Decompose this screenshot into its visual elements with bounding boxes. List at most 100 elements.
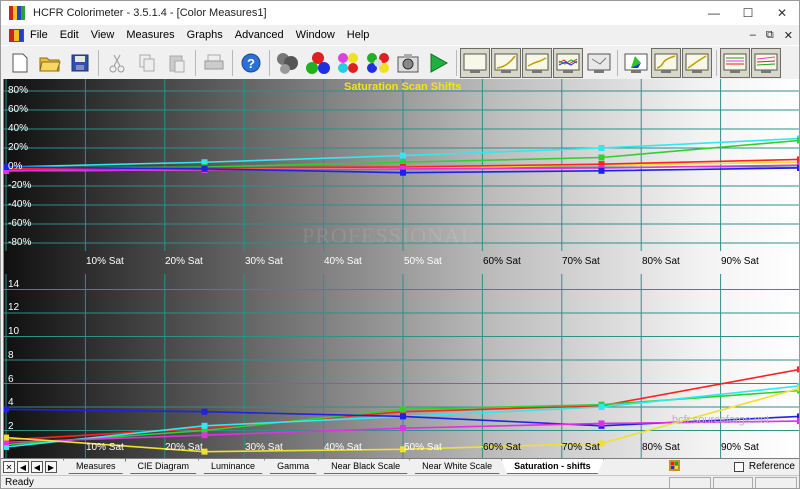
gamma-graph-icon[interactable] bbox=[491, 47, 521, 78]
data-point bbox=[797, 164, 799, 171]
tab-next-icon[interactable]: ▶ bbox=[45, 461, 57, 473]
primaries-icon[interactable] bbox=[363, 48, 393, 78]
status-panel bbox=[713, 477, 753, 488]
reference-checkbox-box[interactable] bbox=[733, 461, 744, 472]
menu-measures[interactable]: Measures bbox=[126, 29, 174, 41]
saturation-graph-icon[interactable] bbox=[720, 47, 750, 78]
near-black-graph-icon[interactable] bbox=[651, 47, 681, 78]
x-tick-label: 40% Sat bbox=[324, 442, 362, 453]
y-tick-label: 12 bbox=[8, 302, 20, 313]
watermark-text: PROFESSIONAL bbox=[302, 223, 476, 248]
app-logo-icon bbox=[9, 6, 25, 20]
rgb-graph-icon[interactable] bbox=[553, 47, 583, 78]
status-panel bbox=[669, 477, 711, 488]
tab-near-white-scale[interactable]: Near White Scale bbox=[409, 459, 505, 474]
y-tick-label: 80% bbox=[8, 85, 29, 96]
menu-graphs[interactable]: Graphs bbox=[187, 29, 223, 41]
data-point bbox=[797, 366, 799, 373]
x-tick-label: 20% Sat bbox=[165, 256, 203, 267]
data-point bbox=[598, 420, 605, 427]
minimize-icon[interactable]: — bbox=[697, 1, 731, 25]
y-tick-label: -40% bbox=[8, 199, 32, 210]
data-point bbox=[400, 169, 406, 176]
x-tick-label: 40% Sat bbox=[324, 256, 362, 267]
y-tick-label: 2 bbox=[8, 421, 14, 432]
saturation-delta-chart: 14 12 10 8 6 4 2 10% Sat 20% Sat 30% Sat… bbox=[3, 274, 799, 458]
new-icon[interactable] bbox=[5, 48, 35, 78]
maximize-icon[interactable]: ☐ bbox=[731, 1, 765, 25]
reference-checkbox[interactable]: Reference bbox=[733, 461, 795, 472]
y-tick-label: 60% bbox=[8, 104, 29, 115]
paste-icon[interactable] bbox=[162, 48, 192, 78]
y-tick-label: 14 bbox=[8, 279, 20, 290]
cut-icon[interactable] bbox=[102, 48, 132, 78]
sensor-icon[interactable] bbox=[273, 48, 303, 78]
menu-advanced[interactable]: Advanced bbox=[235, 29, 284, 41]
help-icon[interactable]: ? bbox=[236, 48, 266, 78]
luminance-graph-icon[interactable] bbox=[522, 47, 552, 78]
child-close-icon[interactable]: ✕ bbox=[784, 29, 793, 42]
menu-window[interactable]: Window bbox=[296, 29, 335, 41]
child-minimize-icon[interactable]: – bbox=[750, 29, 756, 41]
x-tick-label: 30% Sat bbox=[245, 442, 283, 453]
toolbar: ? bbox=[1, 45, 799, 79]
data-point bbox=[598, 404, 605, 410]
tab-first-icon[interactable]: ◀ bbox=[17, 461, 29, 473]
menu-edit[interactable]: Edit bbox=[60, 29, 79, 41]
saturation-shifts-graph-icon[interactable] bbox=[751, 47, 781, 78]
data-point bbox=[797, 418, 799, 425]
cie-graph-icon[interactable] bbox=[621, 48, 651, 78]
data-point bbox=[400, 425, 406, 432]
rgb-balls-icon[interactable] bbox=[303, 48, 333, 78]
child-restore-icon[interactable]: ⧉ bbox=[766, 29, 774, 42]
menu-bar: File Edit View Measures Graphs Advanced … bbox=[1, 25, 799, 45]
tab-near-black-scale[interactable]: Near Black Scale bbox=[318, 459, 413, 474]
x-tick-label: 30% Sat bbox=[245, 256, 283, 267]
x-tick-label: 80% Sat bbox=[642, 442, 680, 453]
menu-view[interactable]: View bbox=[91, 29, 115, 41]
x-tick-label: 10% Sat bbox=[86, 256, 124, 267]
y-tick-label: 20% bbox=[8, 142, 29, 153]
color-balls-icon[interactable] bbox=[333, 48, 363, 78]
x-tick-label: 90% Sat bbox=[721, 442, 759, 453]
data-point bbox=[201, 408, 208, 415]
document-icon[interactable] bbox=[9, 28, 24, 42]
x-tick-label: 70% Sat bbox=[562, 256, 600, 267]
close-icon[interactable]: ✕ bbox=[765, 1, 799, 25]
x-tick-label: 70% Sat bbox=[562, 442, 600, 453]
open-icon[interactable] bbox=[35, 48, 65, 78]
x-tick-label: 60% Sat bbox=[483, 256, 521, 267]
menu-help[interactable]: Help bbox=[347, 29, 370, 41]
data-point bbox=[201, 165, 208, 172]
x-tick-label: 80% Sat bbox=[642, 256, 680, 267]
tab-saturation-shifts[interactable]: Saturation - shifts bbox=[501, 459, 604, 474]
play-icon[interactable] bbox=[423, 48, 453, 78]
tab-prev-icon[interactable]: ◀ bbox=[31, 461, 43, 473]
data-point bbox=[598, 145, 605, 151]
window-title: HCFR Colorimeter - 3.5.1.4 - [Color Meas… bbox=[33, 7, 267, 19]
camera-icon[interactable] bbox=[393, 48, 423, 78]
y-tick-label: 6 bbox=[8, 374, 14, 385]
tab-measures[interactable]: Measures bbox=[63, 459, 129, 474]
color-ref-icon[interactable] bbox=[669, 460, 680, 471]
x-tick-label: 10% Sat bbox=[86, 442, 124, 453]
copy-icon[interactable] bbox=[132, 48, 162, 78]
y-tick-label: 0% bbox=[8, 161, 23, 172]
tab-gamma[interactable]: Gamma bbox=[264, 459, 322, 474]
data-point bbox=[400, 406, 406, 413]
tab-luminance[interactable]: Luminance bbox=[198, 459, 268, 474]
x-tick-label: 50% Sat bbox=[404, 256, 442, 267]
chart-title: Saturation Scan Shifts bbox=[344, 81, 462, 93]
x-tick-label: 50% Sat bbox=[404, 442, 442, 453]
tab-close-icon[interactable]: ✕ bbox=[3, 461, 15, 473]
status-panel bbox=[755, 477, 797, 488]
print-icon[interactable] bbox=[199, 48, 229, 78]
near-white-graph-icon[interactable] bbox=[682, 47, 712, 78]
tab-cie-diagram[interactable]: CIE Diagram bbox=[125, 459, 203, 474]
menu-file[interactable]: File bbox=[30, 29, 48, 41]
y-tick-label: 8 bbox=[8, 350, 14, 361]
graph-window-icon[interactable] bbox=[460, 47, 490, 78]
measures-monitor-icon[interactable] bbox=[584, 48, 614, 78]
save-icon[interactable] bbox=[65, 48, 95, 78]
data-point bbox=[4, 434, 9, 441]
